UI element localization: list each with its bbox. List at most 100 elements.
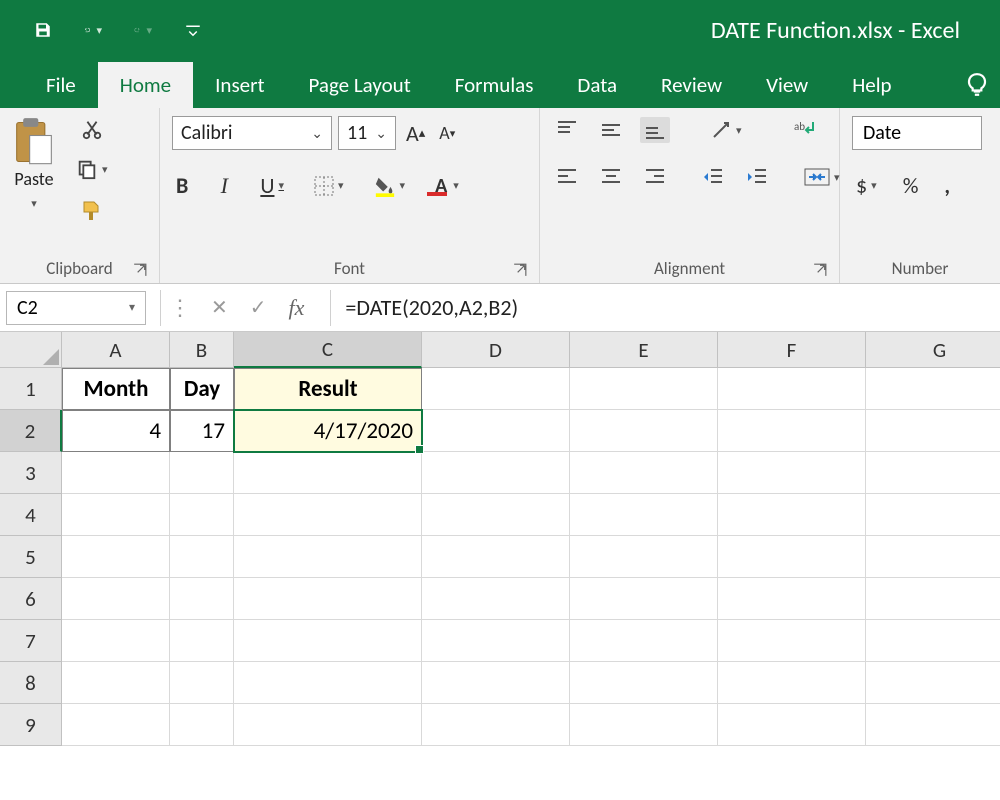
- cell-c2[interactable]: 4/17/2020: [234, 410, 422, 452]
- tab-data[interactable]: Data: [555, 62, 639, 108]
- cell-c6[interactable]: [234, 578, 422, 620]
- cut-icon[interactable]: [77, 116, 107, 142]
- cell-c4[interactable]: [234, 494, 422, 536]
- col-header-a[interactable]: A: [62, 332, 170, 368]
- cell-d4[interactable]: [422, 494, 570, 536]
- cell-d2[interactable]: [422, 410, 570, 452]
- row-header-9[interactable]: 9: [0, 704, 62, 746]
- cell-a8[interactable]: [62, 662, 170, 704]
- cell-f4[interactable]: [718, 494, 866, 536]
- cell-e2[interactable]: [570, 410, 718, 452]
- cell-e8[interactable]: [570, 662, 718, 704]
- cell-g3[interactable]: [866, 452, 1000, 494]
- cell-a3[interactable]: [62, 452, 170, 494]
- cell-a5[interactable]: [62, 536, 170, 578]
- cell-c8[interactable]: [234, 662, 422, 704]
- col-header-c[interactable]: C: [234, 332, 422, 368]
- cell-c1[interactable]: Result: [234, 368, 422, 410]
- underline-button[interactable]: U: [256, 170, 288, 201]
- tab-formulas[interactable]: Formulas: [433, 62, 556, 108]
- col-header-g[interactable]: G: [866, 332, 1000, 368]
- borders-icon[interactable]: [310, 174, 348, 198]
- cell-e9[interactable]: [570, 704, 718, 746]
- cell-e5[interactable]: [570, 536, 718, 578]
- alignment-dialog-launcher-icon[interactable]: [813, 263, 827, 277]
- cell-a7[interactable]: [62, 620, 170, 662]
- redo-button[interactable]: [130, 17, 156, 43]
- font-dialog-launcher-icon[interactable]: [513, 263, 527, 277]
- tab-help[interactable]: Help: [830, 62, 913, 108]
- decrease-indent-icon[interactable]: [698, 164, 728, 190]
- cell-a6[interactable]: [62, 578, 170, 620]
- cell-b8[interactable]: [170, 662, 234, 704]
- cell-b5[interactable]: [170, 536, 234, 578]
- cell-d7[interactable]: [422, 620, 570, 662]
- row-header-4[interactable]: 4: [0, 494, 62, 536]
- cell-f8[interactable]: [718, 662, 866, 704]
- spreadsheet-grid[interactable]: A B C D E F G 1 Month Day Result 2 4 17 …: [0, 332, 1000, 746]
- merge-center-icon[interactable]: [800, 164, 844, 190]
- tab-file[interactable]: File: [24, 62, 98, 108]
- cell-b3[interactable]: [170, 452, 234, 494]
- cell-c3[interactable]: [234, 452, 422, 494]
- cell-b6[interactable]: [170, 578, 234, 620]
- cell-g2[interactable]: [866, 410, 1000, 452]
- increase-indent-icon[interactable]: [742, 164, 772, 190]
- italic-button[interactable]: I: [214, 171, 234, 201]
- align-left-icon[interactable]: [552, 164, 582, 190]
- tell-me-icon[interactable]: [964, 72, 994, 102]
- decrease-font-size-icon[interactable]: A▾: [435, 120, 459, 146]
- cell-d3[interactable]: [422, 452, 570, 494]
- row-header-8[interactable]: 8: [0, 662, 62, 704]
- bold-button[interactable]: B: [172, 170, 192, 201]
- copy-icon[interactable]: [72, 156, 112, 182]
- tab-review[interactable]: Review: [639, 62, 744, 108]
- font-color-icon[interactable]: A: [431, 172, 463, 200]
- align-middle-icon[interactable]: [596, 117, 626, 143]
- align-right-icon[interactable]: [640, 164, 670, 190]
- cell-b4[interactable]: [170, 494, 234, 536]
- cell-e4[interactable]: [570, 494, 718, 536]
- cell-f1[interactable]: [718, 368, 866, 410]
- cancel-formula-icon[interactable]: ✕: [211, 295, 228, 320]
- select-all-corner[interactable]: [0, 332, 62, 368]
- cell-g9[interactable]: [866, 704, 1000, 746]
- cell-f5[interactable]: [718, 536, 866, 578]
- more-icon[interactable]: ⋮: [169, 294, 189, 321]
- tab-insert[interactable]: Insert: [193, 62, 286, 108]
- cell-d6[interactable]: [422, 578, 570, 620]
- cell-f7[interactable]: [718, 620, 866, 662]
- cell-g5[interactable]: [866, 536, 1000, 578]
- cell-g6[interactable]: [866, 578, 1000, 620]
- align-center-icon[interactable]: [596, 164, 626, 190]
- cell-f9[interactable]: [718, 704, 866, 746]
- number-format-combo[interactable]: Date: [852, 116, 982, 150]
- cell-c7[interactable]: [234, 620, 422, 662]
- cell-e6[interactable]: [570, 578, 718, 620]
- cell-g8[interactable]: [866, 662, 1000, 704]
- cell-a9[interactable]: [62, 704, 170, 746]
- enter-formula-icon[interactable]: ✓: [250, 295, 267, 320]
- col-header-d[interactable]: D: [422, 332, 570, 368]
- tab-home[interactable]: Home: [98, 62, 193, 108]
- cell-f2[interactable]: [718, 410, 866, 452]
- row-header-6[interactable]: 6: [0, 578, 62, 620]
- col-header-b[interactable]: B: [170, 332, 234, 368]
- col-header-e[interactable]: E: [570, 332, 718, 368]
- format-painter-icon[interactable]: [76, 196, 108, 224]
- cell-f3[interactable]: [718, 452, 866, 494]
- cell-f6[interactable]: [718, 578, 866, 620]
- cell-c5[interactable]: [234, 536, 422, 578]
- increase-font-size-icon[interactable]: A▴: [402, 118, 429, 149]
- fill-color-icon[interactable]: [370, 173, 410, 199]
- undo-button[interactable]: [80, 17, 106, 43]
- formula-input[interactable]: =DATE(2020,A2,B2): [339, 294, 1000, 321]
- cell-d1[interactable]: [422, 368, 570, 410]
- col-header-f[interactable]: F: [718, 332, 866, 368]
- cell-g7[interactable]: [866, 620, 1000, 662]
- align-bottom-icon[interactable]: [640, 117, 670, 143]
- cell-e3[interactable]: [570, 452, 718, 494]
- customize-qat-icon[interactable]: [180, 17, 206, 43]
- cell-e1[interactable]: [570, 368, 718, 410]
- percent-style-icon[interactable]: %: [899, 170, 923, 201]
